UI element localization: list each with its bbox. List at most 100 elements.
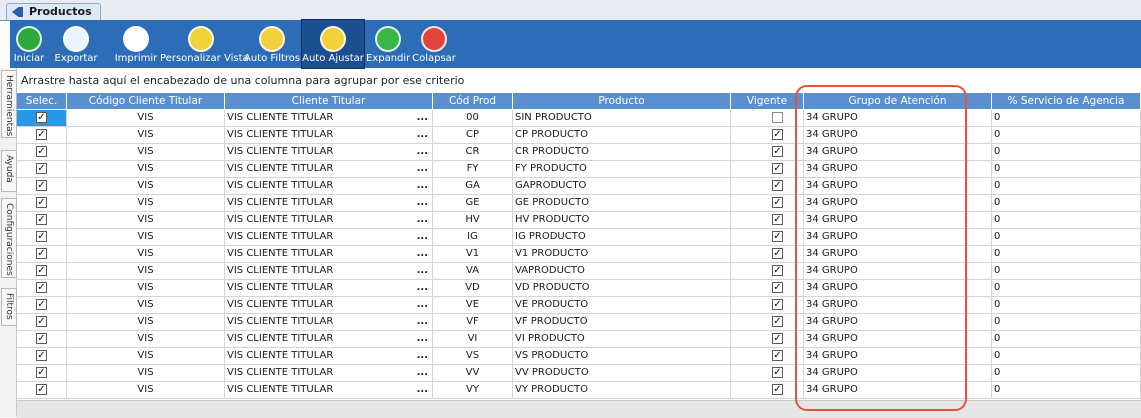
select-checkbox[interactable]: ✓ — [36, 367, 47, 378]
auto-ajustar-button[interactable]: Auto Ajustar — [301, 19, 365, 69]
select-checkbox[interactable]: ✓ — [36, 197, 47, 208]
select-checkbox[interactable]: ✓ — [36, 282, 47, 293]
lookup-ellipsis-button[interactable]: ... — [417, 348, 428, 364]
cell-cliente-titular: VIS CLIENTE TITULAR... — [225, 144, 433, 160]
table-row[interactable]: ✓ VIS VIS CLIENTE TITULAR... VE VE PRODUCTO ✓… — [17, 297, 1141, 314]
table-row[interactable]: ✓ VIS VIS CLIENTE TITULAR... GA GAPRODUCTO ✓ 3… — [17, 178, 1141, 195]
lookup-ellipsis-button[interactable]: ... — [417, 382, 428, 398]
vigente-checkbox[interactable]: ✓ — [772, 265, 783, 276]
auto-filtros-button[interactable]: Auto Filtros — [244, 20, 300, 68]
vigente-checkbox[interactable]: ✓ — [772, 367, 783, 378]
select-cell: ✓ — [17, 144, 67, 160]
lookup-ellipsis-button[interactable]: ... — [417, 246, 428, 262]
table-row[interactable]: ✓ VIS VIS CLIENTE TITULAR... 00 SIN PRODUCTO… — [17, 110, 1141, 127]
vigente-checkbox[interactable]: ✓ — [772, 214, 783, 225]
select-checkbox[interactable]: ✓ — [36, 333, 47, 344]
vigente-checkbox[interactable]: ✓ — [772, 384, 783, 395]
group-by-drop-area[interactable]: Arrastre hasta aquí el encabezado de una… — [17, 70, 1141, 92]
select-checkbox[interactable]: ✓ — [36, 163, 47, 174]
table-row[interactable]: ✓ VIS VIS CLIENTE TITULAR... GE GE PRODUCTO ✓… — [17, 195, 1141, 212]
table-row[interactable]: ✓ VIS VIS CLIENTE TITULAR... CR CR PRODUCTO ✓… — [17, 144, 1141, 161]
vigente-checkbox[interactable]: ✓ — [772, 333, 783, 344]
lookup-ellipsis-button[interactable]: ... — [417, 212, 428, 228]
vigente-checkbox[interactable]: ✓ — [772, 316, 783, 327]
column-header-0[interactable]: Selec. — [17, 93, 67, 109]
expand-icon — [375, 26, 401, 52]
vigente-checkbox[interactable]: ✓ — [772, 197, 783, 208]
lookup-ellipsis-button[interactable]: ... — [417, 314, 428, 330]
vigente-checkbox[interactable]: ✓ — [772, 180, 783, 191]
vigente-checkbox[interactable]: ✓ — [772, 231, 783, 242]
lookup-ellipsis-button[interactable]: ... — [417, 144, 428, 160]
select-checkbox[interactable]: ✓ — [36, 112, 47, 123]
select-cell: ✓ — [17, 314, 67, 330]
select-checkbox[interactable]: ✓ — [36, 265, 47, 276]
vigente-checkbox[interactable]: ✓ — [772, 129, 783, 140]
lookup-ellipsis-button[interactable]: ... — [417, 229, 428, 245]
column-header-5[interactable]: Vigente — [731, 93, 804, 109]
table-row[interactable]: ✓ VIS VIS CLIENTE TITULAR... CP CP PRODUCTO ✓… — [17, 127, 1141, 144]
vigente-checkbox[interactable]: ✓ — [772, 146, 783, 157]
table-row[interactable]: ✓ VIS VIS CLIENTE TITULAR... VD VD PRODUCTO ✓… — [17, 280, 1141, 297]
lookup-ellipsis-button[interactable]: ... — [417, 161, 428, 177]
select-checkbox[interactable]: ✓ — [36, 384, 47, 395]
select-checkbox[interactable]: ✓ — [36, 180, 47, 191]
table-row[interactable]: ✓ VIS VIS CLIENTE TITULAR... IG IG PRODUCTO ✓… — [17, 229, 1141, 246]
table-row[interactable]: ✓ VIS VIS CLIENTE TITULAR... FY FY PRODUCTO ✓… — [17, 161, 1141, 178]
tab-productos[interactable]: Productos — [6, 3, 101, 20]
cell-cod-prod: 00 — [433, 110, 513, 126]
cell-codigo-cliente: VIS — [67, 229, 225, 245]
lookup-ellipsis-button[interactable]: ... — [417, 127, 428, 143]
lookup-ellipsis-button[interactable]: ... — [417, 195, 428, 211]
cell-cod-prod: VY — [433, 382, 513, 398]
exportar-label: Exportar — [54, 53, 98, 64]
table-row[interactable]: ✓ VIS VIS CLIENTE TITULAR... VF VF PRODUCTO ✓… — [17, 314, 1141, 331]
select-checkbox[interactable]: ✓ — [36, 350, 47, 361]
lookup-ellipsis-button[interactable]: ... — [417, 365, 428, 381]
lookup-ellipsis-button[interactable]: ... — [417, 280, 428, 296]
lookup-ellipsis-button[interactable]: ... — [417, 331, 428, 347]
vigente-checkbox[interactable]: ✓ — [772, 163, 783, 174]
column-header-2[interactable]: Cliente Titular — [225, 93, 433, 109]
side-tab-configuraciones[interactable]: Configuraciones — [1, 198, 17, 278]
table-row[interactable]: ✓ VIS VIS CLIENTE TITULAR... V1 V1 PRODUCTO ✓… — [17, 246, 1141, 263]
vigente-checkbox[interactable] — [772, 112, 783, 123]
vigente-checkbox[interactable]: ✓ — [772, 282, 783, 293]
cell-servicio-agencia: 0 — [992, 297, 1141, 313]
table-row[interactable]: ✓ VIS VIS CLIENTE TITULAR... HV HV PRODUCTO ✓… — [17, 212, 1141, 229]
lookup-ellipsis-button[interactable]: ... — [417, 110, 428, 126]
column-header-3[interactable]: Cód Prod — [433, 93, 513, 109]
table-row[interactable]: ✓ VIS VIS CLIENTE TITULAR... VI VI PRODUCTO ✓… — [17, 331, 1141, 348]
vigente-checkbox[interactable]: ✓ — [772, 248, 783, 259]
table-row[interactable]: ✓ VIS VIS CLIENTE TITULAR... VS VS PRODUCTO ✓… — [17, 348, 1141, 365]
personalizar-vista-button[interactable]: Personalizar Vista — [160, 20, 249, 68]
column-header-1[interactable]: Código Cliente Titular — [67, 93, 225, 109]
table-row[interactable]: ✓ VIS VIS CLIENTE TITULAR... VA VAPRODUCTO ✓ 3… — [17, 263, 1141, 280]
side-tab-ayuda[interactable]: Ayuda — [1, 150, 17, 192]
table-row[interactable]: ✓ VIS VIS CLIENTE TITULAR... VY VY PRODUCTO ✓… — [17, 382, 1141, 399]
side-tab-filtros[interactable]: Filtros — [1, 288, 17, 326]
imprimir-button[interactable]: Imprimir — [112, 20, 160, 68]
select-checkbox[interactable]: ✓ — [36, 129, 47, 140]
vigente-checkbox[interactable]: ✓ — [772, 299, 783, 310]
select-checkbox[interactable]: ✓ — [36, 146, 47, 157]
select-checkbox[interactable]: ✓ — [36, 214, 47, 225]
vigente-checkbox[interactable]: ✓ — [772, 350, 783, 361]
lookup-ellipsis-button[interactable]: ... — [417, 297, 428, 313]
column-header-7[interactable]: % Servicio de Agencia — [992, 93, 1141, 109]
column-header-6[interactable]: Grupo de Atención — [804, 93, 992, 109]
select-checkbox[interactable]: ✓ — [36, 299, 47, 310]
lookup-ellipsis-button[interactable]: ... — [417, 178, 428, 194]
column-header-4[interactable]: Producto — [513, 93, 731, 109]
side-tab-herramientas[interactable]: Herramientas — [1, 70, 17, 138]
select-checkbox[interactable]: ✓ — [36, 248, 47, 259]
exportar-button[interactable]: Exportar — [50, 20, 102, 68]
auto-filtros-label: Auto Filtros — [244, 53, 301, 64]
select-checkbox[interactable]: ✓ — [36, 231, 47, 242]
expandir-button[interactable]: Expandir — [366, 20, 410, 68]
iniciar-button[interactable]: Iniciar — [10, 20, 48, 68]
select-checkbox[interactable]: ✓ — [36, 316, 47, 327]
table-row[interactable]: ✓ VIS VIS CLIENTE TITULAR... VV VV PRODUCTO ✓… — [17, 365, 1141, 382]
lookup-ellipsis-button[interactable]: ... — [417, 263, 428, 279]
colapsar-button[interactable]: Colapsar — [412, 20, 456, 68]
